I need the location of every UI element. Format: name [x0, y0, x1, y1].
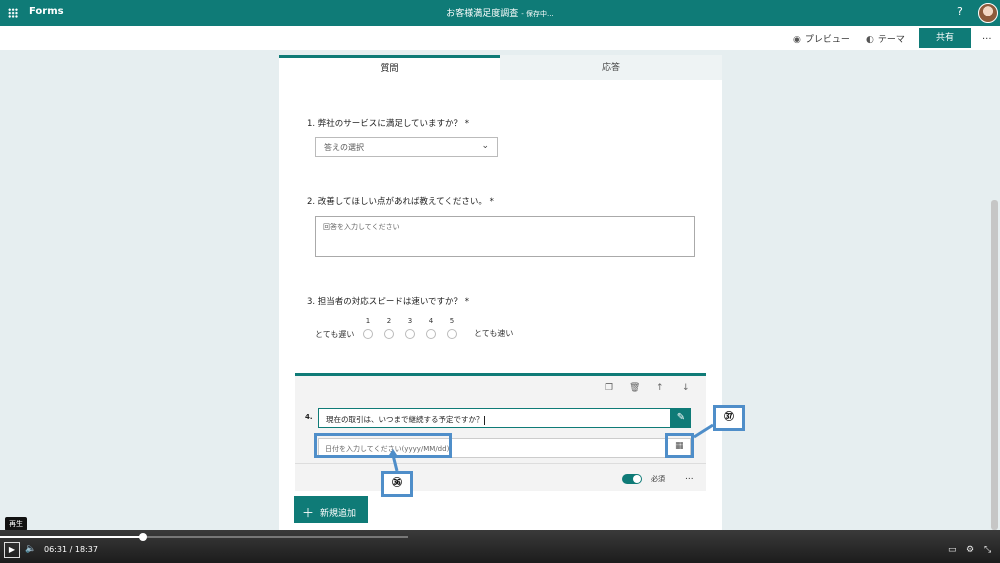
play-button[interactable]: ▶: [4, 542, 20, 558]
rating-option-4[interactable]: [426, 329, 436, 339]
divider: [295, 463, 706, 464]
tab-questions[interactable]: 質問: [279, 55, 500, 80]
question-more-button[interactable]: ...: [685, 472, 694, 482]
question-3-title[interactable]: 3. 担当者の対応スピードは速いですか？ *: [307, 295, 469, 307]
required-label: 必須: [651, 475, 665, 483]
rating-low-label: とても遅い: [315, 330, 355, 339]
preview-button[interactable]: ◉ プレビュー: [793, 32, 850, 45]
preview-label: プレビュー: [804, 35, 850, 45]
question-4-editor: ❐ 🗑 ↑ ↓ 4. 現在の取引は、いつまで継続する予定ですか？ ✎ 日付を入力…: [295, 373, 706, 491]
form-card: 質問 応答 1. 弊社のサービスに満足していますか？ * 答えの選択 ⌄ 2. …: [279, 55, 722, 540]
help-button[interactable]: ?: [957, 5, 963, 18]
rating-number: 5: [449, 317, 455, 325]
rating-number: 4: [428, 317, 434, 325]
add-new-label: 新規追加: [320, 509, 357, 519]
total-time: 18:37: [74, 545, 98, 554]
save-status: - 保存中...: [521, 10, 554, 18]
question-4-text: 現在の取引は、いつまで継続する予定ですか？: [326, 415, 484, 424]
rating-option-1[interactable]: [363, 329, 373, 339]
volume-icon[interactable]: 🔈: [25, 544, 36, 554]
date-field-highlight: [314, 433, 452, 458]
tab-responses[interactable]: 応答: [500, 55, 722, 80]
rating-number: 2: [386, 317, 392, 325]
page-scrollbar[interactable]: [991, 200, 998, 530]
answer-placeholder: 回答を入力してください: [323, 223, 400, 231]
current-time: 06:31: [44, 545, 68, 554]
form-title-area: お客様満足度調査 - 保存中...: [0, 6, 1000, 19]
share-button[interactable]: 共有: [919, 28, 971, 48]
add-new-button[interactable]: ＋ 新規追加: [294, 496, 368, 523]
arrow-down-icon[interactable]: ↓: [682, 383, 690, 393]
captions-icon[interactable]: ▭: [948, 545, 957, 555]
question-4-number: 4.: [305, 413, 313, 421]
rating-number: 1: [365, 317, 371, 325]
video-player-bar: ▶ 🔈 06:31 / 18:37 ▭ ⚙ ⤡: [0, 530, 1000, 563]
required-toggle[interactable]: [622, 474, 642, 484]
more-options-button[interactable]: ...: [982, 31, 992, 42]
theme-label: テーマ: [877, 35, 905, 45]
question-1-title[interactable]: 1. 弊社のサービスに満足していますか？ *: [307, 117, 469, 129]
media-edit-button[interactable]: ✎: [671, 408, 691, 428]
time-separator: /: [69, 545, 73, 554]
play-tooltip: 再生: [5, 517, 27, 531]
progress-fill: [0, 536, 143, 538]
progress-track[interactable]: [0, 533, 408, 541]
callout-37: ㊲: [713, 405, 745, 431]
question-2-answer-field[interactable]: 回答を入力してください: [315, 216, 695, 257]
form-title: お客様満足度調査: [446, 9, 519, 19]
theme-button[interactable]: ◐ テーマ: [866, 32, 905, 45]
avatar[interactable]: [978, 3, 998, 23]
tab-bar: 質問 応答: [279, 55, 722, 80]
rating-high-label: とても速い: [474, 329, 514, 338]
copy-icon[interactable]: ❐: [605, 383, 613, 393]
eye-icon: ◉: [793, 35, 801, 45]
trash-icon[interactable]: 🗑: [629, 383, 640, 393]
question-3-rating-scale: とても遅い 1 2 3 4 5 とても速い: [315, 317, 555, 347]
settings-icon[interactable]: ⚙: [966, 545, 974, 555]
question-2-title[interactable]: 2. 改善してほしい点があれば教えてください。 *: [307, 195, 494, 207]
arrow-up-icon[interactable]: ↑: [656, 383, 664, 393]
image-edit-icon: ✎: [676, 412, 686, 423]
chevron-down-icon: ⌄: [481, 141, 489, 151]
fullscreen-icon[interactable]: ⤡: [984, 545, 991, 555]
text-caret: [483, 415, 485, 425]
rating-option-5[interactable]: [447, 329, 457, 339]
progress-knob[interactable]: [138, 533, 147, 541]
calendar-highlight: [665, 433, 694, 458]
dropdown-placeholder: 答えの選択: [324, 143, 364, 152]
time-display: 06:31 / 18:37: [44, 545, 98, 554]
plus-icon: ＋: [302, 506, 315, 520]
play-icon: ▶: [8, 545, 16, 554]
callout-36: ㊱: [381, 471, 413, 497]
top-bar: Forms お客様満足度調査 - 保存中... ?: [0, 0, 1000, 26]
rating-number: 3: [407, 317, 413, 325]
palette-icon: ◐: [866, 35, 874, 45]
question-4-title-input[interactable]: 現在の取引は、いつまで継続する予定ですか？: [318, 408, 671, 428]
question-1-dropdown[interactable]: 答えの選択 ⌄: [315, 137, 498, 157]
rating-option-3[interactable]: [405, 329, 415, 339]
rating-option-2[interactable]: [384, 329, 394, 339]
command-bar: ◉ プレビュー ◐ テーマ: [0, 26, 1000, 50]
